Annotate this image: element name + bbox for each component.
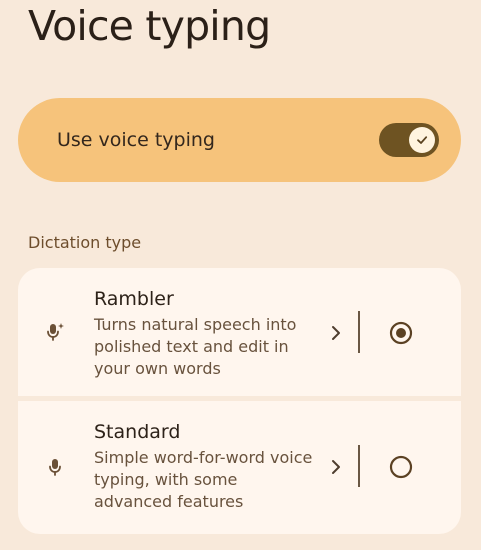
page-title: Voice typing (28, 2, 271, 50)
dictation-type-options: Rambler Turns natural speech into polish… (18, 268, 461, 534)
standard-divider (358, 445, 360, 487)
standard-description: Simple word-for-word voice typing, with … (94, 448, 313, 511)
rambler-description: Turns natural speech into polished text … (94, 315, 297, 378)
check-icon (417, 136, 428, 144)
standard-chevron-right-icon[interactable] (329, 458, 343, 476)
rambler-chevron-right-icon[interactable] (329, 324, 343, 342)
sparkle-microphone-icon (43, 320, 67, 344)
rambler-radio-button[interactable] (388, 320, 414, 346)
standard-title: Standard (94, 421, 181, 443)
standard-option[interactable]: Standard Simple word-for-word voice typi… (18, 401, 461, 534)
rambler-title: Rambler (94, 288, 174, 310)
switch-thumb (409, 127, 435, 153)
rambler-divider (358, 311, 360, 353)
rambler-option[interactable]: Rambler Turns natural speech into polish… (18, 268, 461, 396)
voice-typing-switch[interactable] (379, 123, 439, 157)
standard-radio-button[interactable] (388, 454, 414, 480)
voice-typing-settings-page: Voice typing Use voice typing Dictation … (0, 0, 481, 550)
microphone-icon (43, 455, 67, 479)
use-voice-typing-toggle-row[interactable]: Use voice typing (18, 98, 461, 182)
dictation-type-section-label: Dictation type (28, 233, 142, 252)
use-voice-typing-label: Use voice typing (57, 129, 215, 151)
